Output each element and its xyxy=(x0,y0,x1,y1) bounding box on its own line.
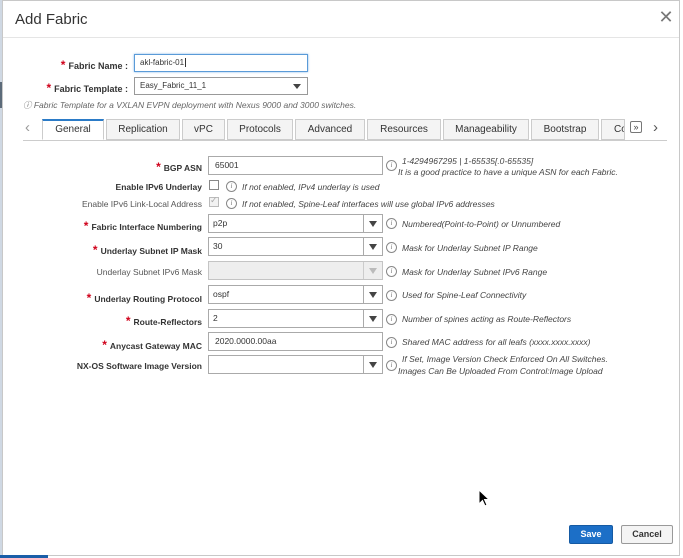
dropdown-arrow-icon xyxy=(363,262,382,279)
dropdown-arrow-icon[interactable] xyxy=(363,356,382,373)
enable-ipv6-link-local-checkbox: ✓ xyxy=(209,195,219,207)
tab-scroll-left-icon[interactable]: ‹ xyxy=(25,119,35,136)
dropdown-arrow-icon[interactable] xyxy=(363,310,382,327)
enable-ipv6-link-local-label: Enable IPv6 Link-Local Address xyxy=(81,199,202,209)
chevron-down-icon xyxy=(293,84,301,89)
route-reflectors-label: * Route-Reflectors xyxy=(125,314,202,328)
nxos-image-version-select[interactable] xyxy=(208,355,383,374)
fabric-template-label: * Fabric Template : xyxy=(46,81,128,95)
tab-manageability[interactable]: Manageability xyxy=(443,119,529,140)
fabric-template-note: ⓘ Fabric Template for a VXLAN EVPN deplo… xyxy=(23,100,357,110)
bgp-asn-range-hint: 1-4294967295 | 1-65535[.0-65535] xyxy=(402,156,534,166)
info-icon: i xyxy=(386,290,397,301)
info-icon: i xyxy=(386,360,397,371)
fabric-interface-numbering-hint: Numbered(Point-to-Point) or Unnumbered xyxy=(402,219,561,229)
route-reflectors-hint: Number of spines acting as Route-Reflect… xyxy=(402,314,572,324)
anycast-gateway-mac-input[interactable]: 2020.0000.00aa xyxy=(208,332,383,351)
add-fabric-dialog: Add Fabric ✕ * Fabric Name : akl-fabric-0… xyxy=(2,0,680,556)
info-icon: i xyxy=(386,337,397,348)
tab-general[interactable]: General xyxy=(42,119,104,140)
required-marker: * xyxy=(83,219,89,233)
info-icon: i xyxy=(386,218,397,229)
info-icon: i xyxy=(226,198,237,209)
tab-scroll-right-icon[interactable]: › xyxy=(653,119,663,136)
tab-replication[interactable]: Replication xyxy=(106,119,180,140)
required-marker: * xyxy=(46,81,52,95)
tab-advanced[interactable]: Advanced xyxy=(295,119,365,140)
close-icon[interactable]: ✕ xyxy=(658,8,674,26)
fabric-name-input[interactable]: akl-fabric-01 xyxy=(134,54,308,72)
tab-divider xyxy=(23,140,667,141)
check-icon: ✓ xyxy=(210,195,218,205)
mouse-cursor-icon xyxy=(478,489,490,507)
required-marker: * xyxy=(156,160,161,174)
underlay-routing-protocol-select[interactable]: ospf xyxy=(208,285,383,304)
text-caret xyxy=(185,58,187,67)
bgp-asn-practice-hint: It is a good practice to have a unique A… xyxy=(398,167,618,177)
dropdown-arrow-icon[interactable] xyxy=(363,238,382,255)
info-icon: i xyxy=(226,181,237,192)
enable-ipv6-underlay-checkbox[interactable] xyxy=(209,180,219,190)
info-icon: i xyxy=(386,160,397,171)
dialog-title: Add Fabric xyxy=(15,11,88,28)
bgp-asn-label: * BGP ASN xyxy=(156,160,202,174)
cancel-button[interactable]: Cancel xyxy=(621,525,673,544)
underlay-subnet-ipv6-mask-hint: Mask for Underlay Subnet IPv6 Range xyxy=(402,267,548,277)
tab-vpc[interactable]: vPC xyxy=(182,119,225,140)
underlay-subnet-ipv6-mask-select xyxy=(208,261,383,280)
fabric-interface-numbering-label: * Fabric Interface Numbering xyxy=(83,219,202,233)
required-marker: * xyxy=(102,338,107,352)
nxos-image-version-hint-1: If Set, Image Version Check Enforced On … xyxy=(402,354,608,364)
required-marker: * xyxy=(86,291,92,305)
nxos-image-version-label: NX-OS Software Image Version xyxy=(76,361,202,371)
underlay-subnet-ip-mask-label: * Underlay Subnet IP Mask xyxy=(92,243,202,257)
tab-resources[interactable]: Resources xyxy=(367,119,441,140)
fabric-template-select[interactable]: Easy_Fabric_11_1 xyxy=(134,77,308,95)
anycast-gateway-mac-label: * Anycast Gateway MAC xyxy=(102,338,202,352)
tab-bootstrap[interactable]: Bootstrap xyxy=(531,119,599,140)
fabric-interface-numbering-select[interactable]: p2p xyxy=(208,214,383,233)
required-marker: * xyxy=(92,243,98,257)
dropdown-arrow-icon[interactable] xyxy=(363,286,382,303)
info-icon: i xyxy=(386,314,397,325)
underlay-subnet-ipv6-mask-label: Underlay Subnet IPv6 Mask xyxy=(96,267,202,277)
nxos-image-version-hint-2: Images Can Be Uploaded From Control:Imag… xyxy=(398,366,603,376)
enable-ipv6-underlay-hint: If not enabled, IPv4 underlay is used xyxy=(242,182,380,192)
enable-ipv6-link-local-hint: If not enabled, Spine-Leaf interfaces wi… xyxy=(242,199,495,209)
required-marker: * xyxy=(125,314,131,328)
anycast-gateway-mac-hint: Shared MAC address for all leafs (xxxx.x… xyxy=(402,337,591,347)
underlay-subnet-ip-mask-hint: Mask for Underlay Subnet IP Range xyxy=(402,243,538,253)
tabs-overflow-icon[interactable]: » xyxy=(630,121,642,133)
tab-protocols[interactable]: Protocols xyxy=(227,119,293,140)
dropdown-arrow-icon[interactable] xyxy=(363,215,382,232)
required-marker: * xyxy=(60,58,66,72)
info-icon: i xyxy=(386,266,397,277)
tab-configuration-partial[interactable]: Co xyxy=(601,119,625,140)
underlay-routing-protocol-hint: Used for Spine-Leaf Connectivity xyxy=(402,290,527,300)
underlay-routing-protocol-label: * Underlay Routing Protocol xyxy=(86,291,202,305)
info-icon: i xyxy=(386,242,397,253)
fabric-name-label: * Fabric Name : xyxy=(60,58,128,72)
header-divider xyxy=(3,37,679,38)
route-reflectors-select[interactable]: 2 xyxy=(208,309,383,328)
save-button[interactable]: Save xyxy=(569,525,613,544)
underlay-subnet-ip-mask-select[interactable]: 30 xyxy=(208,237,383,256)
bgp-asn-input[interactable]: 65001 xyxy=(208,156,383,175)
enable-ipv6-underlay-label: Enable IPv6 Underlay xyxy=(115,182,202,192)
